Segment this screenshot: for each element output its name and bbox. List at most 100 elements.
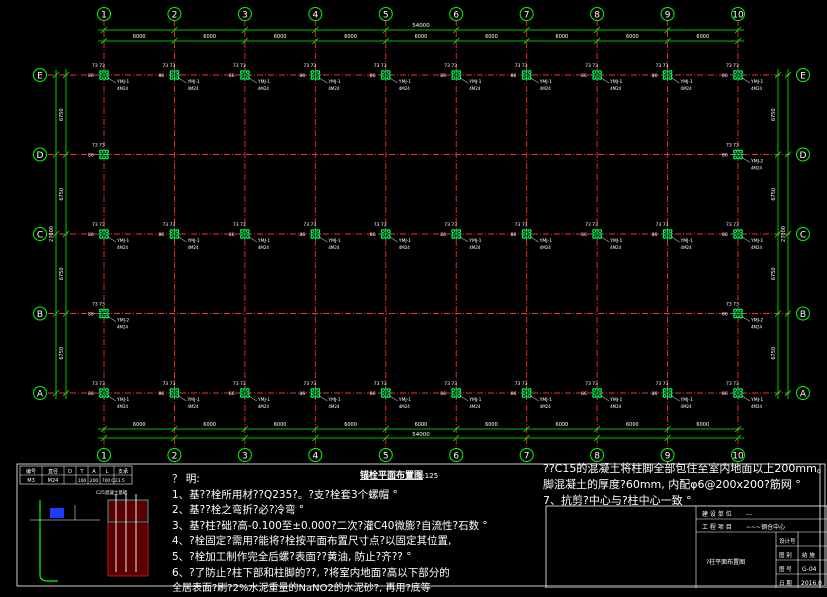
leader [389,236,398,243]
bolt-spec: 4M24 [751,325,763,330]
bolt-code: YMJ-1 [116,238,129,244]
note-6b: 全居表面?刷?2%水泥重量的NaNO2的水泥砂?, 再用?底等 [172,583,431,595]
dim-row-right: 6750 [771,188,777,201]
bolt-offset: 86 [229,391,235,397]
bolt-offset: 86 [299,391,305,397]
anchor-bolt-group: 73 73 86 YMJ-14M24 [158,222,199,250]
dim-row-right: 6750 [771,267,777,280]
bolt-offset: 86 [370,73,376,79]
axis-bubble-top: 3 [242,11,248,21]
bolt-code: YMJ-1 [539,238,552,244]
bolt-spec: 4M24 [258,86,270,91]
bolt-offset: 86 [581,391,587,397]
leader [671,77,680,84]
dim-bay-bottom: 6000 [203,422,216,428]
bolt-offset: 86 [722,73,728,79]
axis-bubble-bottom: 4 [312,452,318,462]
leader [530,77,539,84]
dim-bay-top: 6000 [626,34,639,40]
dim-73: 73 73 [585,222,598,228]
bolt-spec: 4M24 [469,404,481,409]
dim-73: 73 73 [303,222,316,228]
axis-bubble-top: 8 [594,11,600,21]
bolt-code: YMJ-2 [116,318,129,324]
table-header-cell: L [106,469,109,475]
leader [600,395,610,402]
anchor-hook [39,574,58,582]
leader [107,236,117,243]
axis-bubble-top: 1 [101,11,107,21]
leader [530,395,539,402]
dim-bay-bottom: 6000 [344,422,357,428]
bolt-offset: 86 [229,232,235,238]
leader [319,395,328,402]
anchor-bolt-group: 73 73 86 YMJ-14M24 [229,222,270,250]
tb-project-value: --- [746,511,753,518]
table-cell: M24 [48,478,59,484]
dim-73: 73 73 [585,381,598,387]
tb-design-no-label: 设计号 [779,537,796,545]
dim-bay-top: 6000 [485,34,498,40]
anchor-bolt-group: 73 73 86 YMJ-14M24 [652,222,693,250]
anchor-bolt-group: 73 73 86 YMJ-14M24 [229,63,270,91]
leader [530,236,539,243]
leader [741,316,751,322]
anchor-bolt-group: 73 73 86 YMJ-14M24 [722,63,763,91]
bolt-spec: 4M24 [117,86,129,91]
dim-73: 73 73 [233,222,246,228]
bolt-spec: 4M24 [328,404,340,409]
notes-heading: ？ 明: [172,473,200,485]
note-1: 1、基??栓所用材??Q235?。?支?栓套3个螺帽 ° [172,488,398,501]
table-header-cell: 支承 [118,468,128,475]
anchor-bolt-group: 73 73 86 YMJ-14M24 [581,381,622,409]
bolt-spec-table: 编号 直径 D T A L 支承 M3 M24 100 200 700 Q23.5 C25混凝土基础 [19,465,149,582]
anchor-bolt-group: 73 73 86 YMJ-14M24 [229,381,270,409]
anchor-bolt-group: 73 73 86 YMJ-14M24 [722,222,763,250]
axis-bubble-bottom: 2 [172,452,178,462]
bolt-spec: 4M24 [681,86,693,91]
anchor-bolt-group: 73 73 86 YMJ-24M24 [88,302,129,330]
bolt-code: YMJ-1 [327,238,340,244]
axis-bubble-bottom: 1 [101,452,107,462]
bolt-offset: 86 [440,232,446,238]
bolt-code: YMJ-1 [186,238,199,244]
bolt-spec: 4M24 [328,245,340,250]
bolt-spec: 4M24 [117,325,129,330]
dim-73: 73 73 [374,63,387,69]
table-header-cell: D [68,469,72,475]
bolt-code: YMJ-1 [609,238,622,244]
leader [460,236,469,243]
dim-73: 73 73 [656,222,669,228]
bolt-code: YMJ-1 [186,79,199,85]
table-cell: 200 [90,478,99,484]
leader [600,236,610,243]
axis-bubble-left: D [37,151,44,161]
bolt-spec: 4M24 [751,245,763,250]
dim-73: 73 73 [374,381,387,387]
dim-row-total-left: 27000 [49,226,55,242]
dim-bay-top: 6000 [344,34,357,40]
leader [107,395,117,402]
dim-73: 73 73 [162,381,175,387]
bolt-offset: 86 [88,73,94,79]
bolt-offset: 86 [370,391,376,397]
bolt-code: YMJ-1 [680,397,693,403]
note-6d: 脚混凝土的厚度?60mm, 内配φ6@200x200?筋网 ° [543,478,801,491]
bolt-spec: 4M24 [751,166,763,171]
dim-73: 73 73 [233,381,246,387]
bolt-code: YMJ-2 [750,159,763,165]
bolt-spec: 4M24 [540,86,552,91]
dim-73: 73 73 [726,143,739,149]
dim-73: 73 73 [92,302,105,308]
bolt-offset: 86 [158,391,164,397]
bolt-spec: 4M24 [681,404,693,409]
axis-bubble-top: 2 [172,11,178,21]
detail-label: C25混凝土基础 [96,489,128,496]
anchor-bolt-group: 73 73 86 YMJ-14M24 [370,222,411,250]
anchor-bolt-group: 73 73 86 YMJ-14M24 [511,222,552,250]
bolt-code: YMJ-1 [609,79,622,85]
table-header-cell: 直径 [48,468,58,475]
anchor-bolt-group: 73 73 86 YMJ-14M24 [158,381,199,409]
anchor-bolt-group: 73 73 86 YMJ-14M24 [511,381,552,409]
bolt-spec: 4M24 [751,404,763,409]
